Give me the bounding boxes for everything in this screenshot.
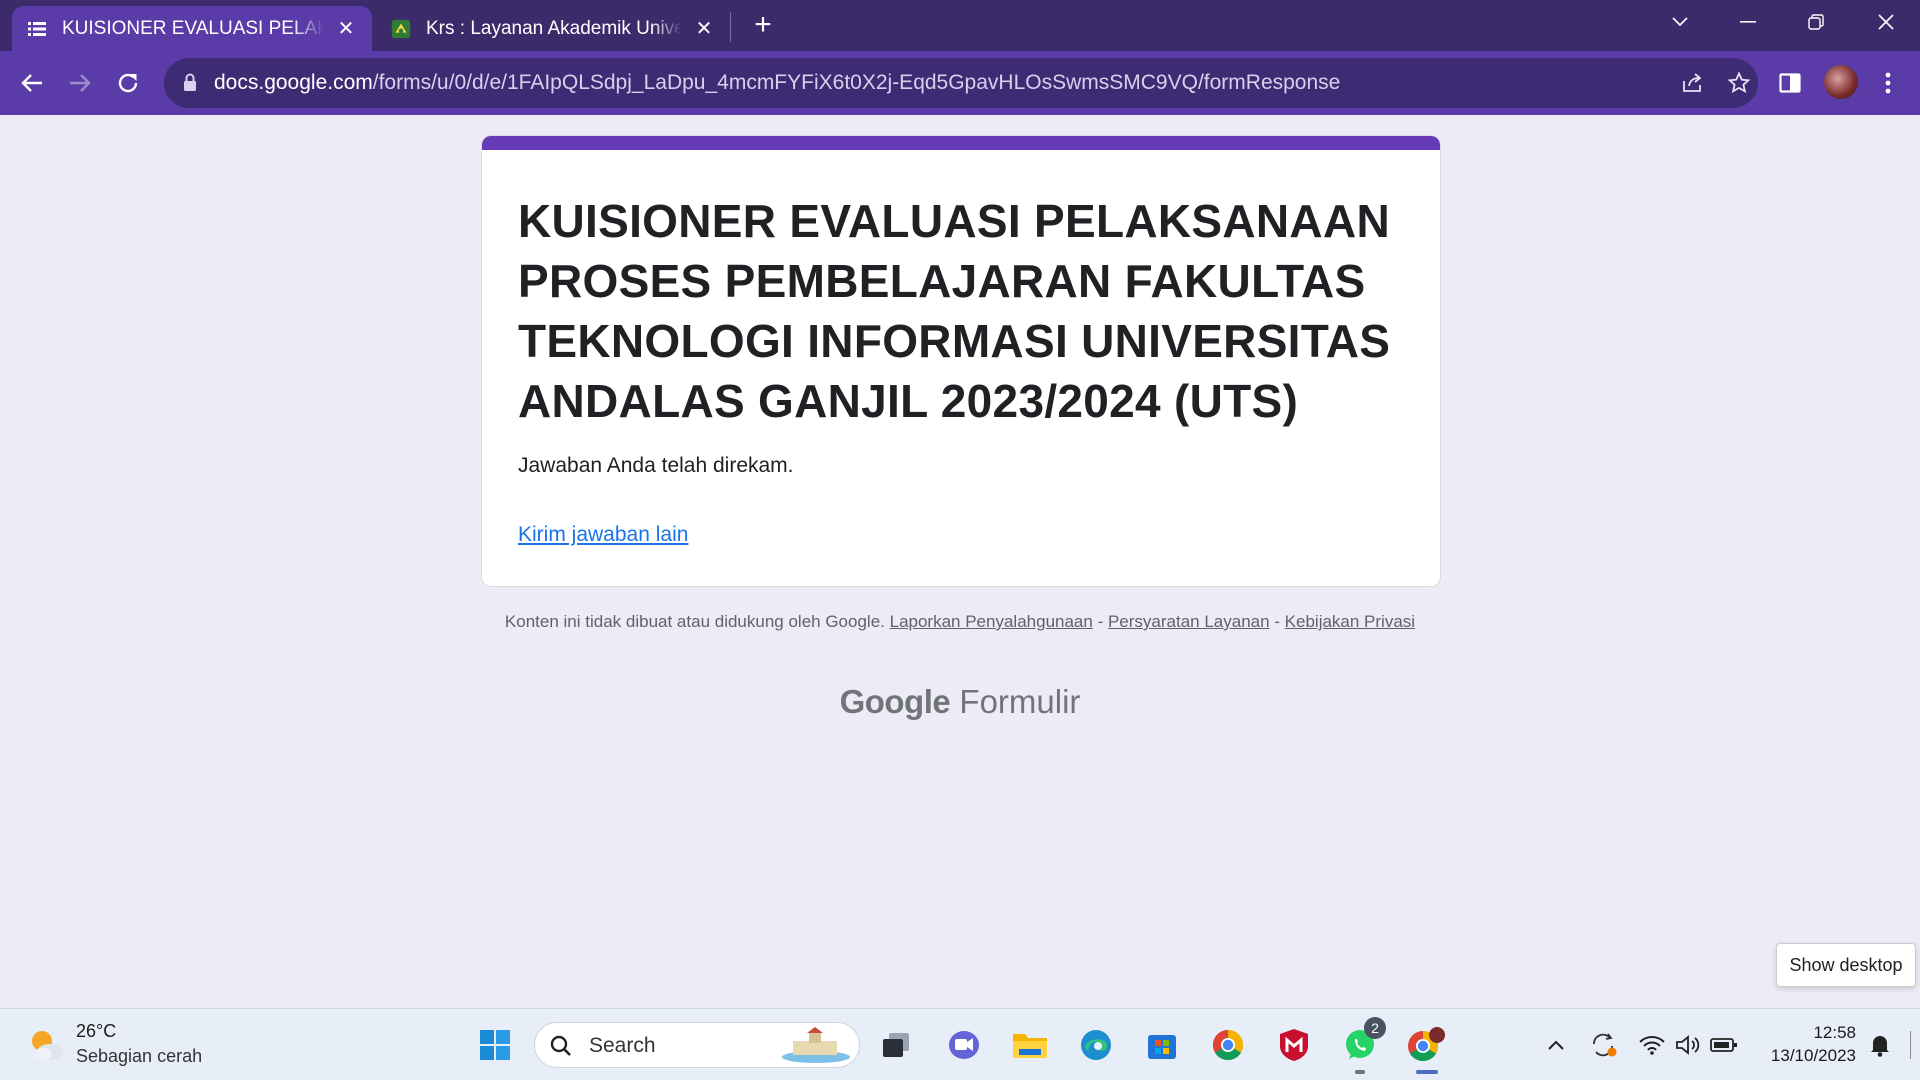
google-forms-logo[interactable]: Google Formulir (0, 683, 1920, 721)
active-app-indicator (1416, 1070, 1438, 1074)
minimize-button[interactable] (1718, 0, 1778, 44)
search-placeholder: Search (589, 1034, 656, 1057)
search-icon (549, 1034, 573, 1063)
weather-temperature[interactable]: 26°C (76, 1021, 116, 1042)
file-explorer-icon[interactable] (1008, 1023, 1052, 1067)
taskbar: 26°C Sebagian cerah Search 2 12:58 13/10… (0, 1008, 1920, 1080)
restore-button[interactable] (1786, 0, 1846, 44)
notification-bell-icon[interactable] (1866, 1031, 1894, 1059)
whatsapp-badge: 2 (1364, 1017, 1386, 1039)
lock-icon[interactable] (182, 72, 204, 94)
task-view-icon[interactable] (874, 1023, 918, 1067)
browser-toolbar: docs.google.com/forms/u/0/d/e/1FAIpQLSdp… (0, 51, 1920, 115)
reload-button[interactable] (110, 65, 146, 101)
clock-time: 12:58 (1813, 1023, 1856, 1042)
footer-separator: - (1269, 612, 1285, 631)
taskbar-search[interactable]: Search (534, 1022, 860, 1068)
new-tab-button[interactable]: + (748, 8, 778, 41)
confirmation-message: Jawaban Anda telah direkam. (518, 454, 794, 477)
volume-icon[interactable] (1674, 1031, 1702, 1059)
back-button[interactable] (14, 65, 50, 101)
show-desktop-edge[interactable] (1910, 1031, 1911, 1059)
url-path: /forms/u/0/d/e/1FAIpQLSdpj_LaDpu_4mcmFYF… (372, 71, 1341, 94)
taskbar-clock[interactable]: 12:58 13/10/2023 (1750, 1021, 1856, 1067)
battery-icon[interactable] (1710, 1031, 1738, 1059)
microsoft-store-icon[interactable] (1140, 1023, 1184, 1067)
wifi-icon[interactable] (1638, 1031, 1666, 1059)
address-bar[interactable]: docs.google.com/forms/u/0/d/e/1FAIpQLSdp… (164, 58, 1758, 108)
bookmark-star-icon[interactable] (1726, 70, 1752, 96)
url-host: docs.google.com (214, 71, 373, 94)
whatsapp-icon[interactable]: 2 (1338, 1017, 1386, 1067)
tab-search-icon[interactable] (1650, 0, 1710, 44)
menu-kebab-icon[interactable] (1870, 65, 1906, 101)
brand-product: Formulir (959, 683, 1081, 720)
url-text[interactable]: docs.google.com/forms/u/0/d/e/1FAIpQLSdp… (214, 71, 1340, 95)
mcafee-icon[interactable] (1272, 1023, 1316, 1067)
tab-title: KUISIONER EVALUASI PELAKSANAAN PROSES PE… (62, 17, 324, 39)
tab-title: Krs : Layanan Akademik Universitas Andal… (426, 17, 682, 39)
close-icon[interactable]: ✕ (692, 17, 716, 41)
disclaimer-text: Konten ini tidak dibuat atau didukung ol… (504, 612, 885, 631)
submit-another-response-link[interactable]: Kirim jawaban lain (518, 523, 688, 547)
tab-krs[interactable]: Krs : Layanan Akademik Universitas Andal… (376, 6, 730, 51)
browser-tabstrip: KUISIONER EVALUASI PELAKSANAAN PROSES PE… (0, 0, 1920, 51)
windows-start-icon[interactable] (473, 1023, 517, 1067)
clock-date: 13/10/2023 (1770, 1046, 1856, 1065)
side-panel-icon[interactable] (1772, 65, 1808, 101)
brand-google: Google (839, 683, 951, 720)
report-abuse-link[interactable]: Laporkan Penyalahgunaan (890, 612, 1093, 631)
unand-logo-icon (390, 18, 412, 40)
form-title: KUISIONER EVALUASI PELAKSANAAN PROSES PE… (518, 195, 1391, 427)
tab-forms[interactable]: KUISIONER EVALUASI PELAKSANAAN PROSES PE… (12, 6, 372, 51)
chevron-up-icon[interactable] (1542, 1031, 1570, 1059)
forms-list-icon (26, 18, 48, 40)
close-window-button[interactable] (1856, 0, 1916, 44)
teams-chat-icon[interactable] (942, 1023, 986, 1067)
chrome-profile-icon[interactable] (1404, 1023, 1448, 1067)
search-highlight-icon (779, 1027, 853, 1065)
weather-description[interactable]: Sebagian cerah (76, 1046, 202, 1067)
form-confirmation-card: KUISIONER EVALUASI PELAKSANAAN PROSES PE… (481, 135, 1441, 587)
chrome-icon[interactable] (1206, 1023, 1250, 1067)
profile-avatar[interactable] (1824, 65, 1858, 99)
tab-separator (730, 12, 731, 42)
edge-browser-icon[interactable] (1074, 1023, 1118, 1067)
card-accent-bar (482, 136, 1440, 150)
sync-icon[interactable] (1590, 1031, 1618, 1059)
running-indicator (1355, 1070, 1365, 1074)
footer-separator: - (1092, 612, 1108, 631)
privacy-link[interactable]: Kebijakan Privasi (1285, 612, 1415, 631)
terms-link[interactable]: Persyaratan Layanan (1108, 612, 1270, 631)
close-icon[interactable]: ✕ (334, 17, 358, 41)
share-icon[interactable] (1679, 70, 1705, 96)
forward-button[interactable] (62, 65, 98, 101)
show-desktop-tooltip: Show desktop (1776, 943, 1916, 987)
form-footer: Konten ini tidak dibuat atau didukung ol… (500, 611, 1420, 633)
weather-sun-cloud-icon[interactable] (26, 1025, 66, 1065)
